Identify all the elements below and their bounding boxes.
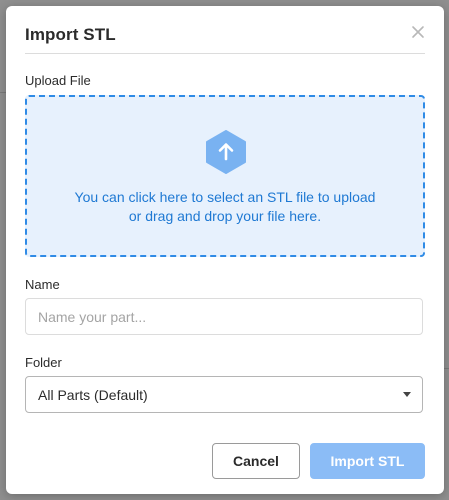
cancel-button[interactable]: Cancel	[212, 443, 300, 479]
file-dropzone[interactable]: You can click here to select an STL file…	[25, 95, 425, 257]
dropzone-line-2: or drag and drop your file here.	[128, 208, 322, 224]
background-divider	[444, 368, 449, 369]
folder-select[interactable]: All Parts (Default)	[25, 376, 423, 413]
import-stl-dialog: Import STL Upload File You can click her…	[6, 6, 444, 494]
close-icon[interactable]	[409, 23, 427, 41]
dialog-title: Import STL	[25, 25, 116, 44]
dropzone-line-1: You can click here to select an STL file…	[74, 189, 376, 205]
dropzone-instructions: You can click here to select an STL file…	[27, 188, 423, 226]
upload-file-label: Upload File	[25, 73, 91, 88]
dialog-header: Import STL	[25, 6, 425, 54]
import-stl-button[interactable]: Import STL	[310, 443, 425, 479]
part-name-input[interactable]	[25, 298, 423, 335]
folder-select-value: All Parts (Default)	[38, 387, 148, 403]
upload-arrow-icon	[205, 130, 247, 174]
folder-label: Folder	[25, 355, 62, 370]
name-label: Name	[25, 277, 60, 292]
chevron-down-icon	[403, 392, 411, 397]
